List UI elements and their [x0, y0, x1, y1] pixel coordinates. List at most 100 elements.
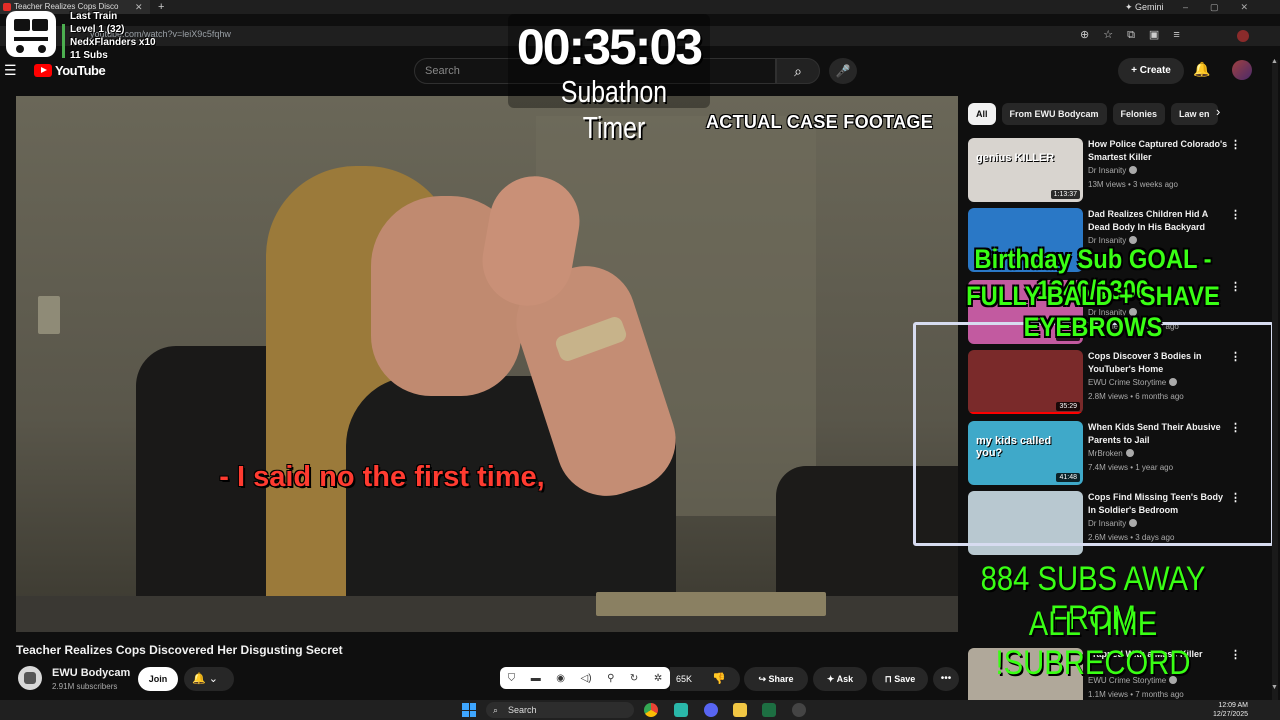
browser-tab-bar: Teacher Realizes Cops Disco ✕ + ✦ Gemini… [0, 0, 1280, 14]
menu-icon[interactable]: ☰ [4, 62, 17, 79]
tab-close-icon[interactable]: ✕ [135, 0, 143, 14]
more-options-icon[interactable]: ⋮ [1230, 138, 1241, 151]
create-button[interactable]: + Create [1118, 58, 1184, 84]
recommendation-thumbnail[interactable]: genius KILLER 1:13:37 [968, 138, 1083, 202]
refresh-icon[interactable]: ↻ [630, 673, 638, 684]
train-level: Level 1 (32) [70, 24, 125, 35]
camera-icon[interactable]: ◉ [556, 673, 565, 684]
search-button[interactable]: ⌕ [776, 58, 820, 84]
chip-all[interactable]: All [968, 103, 996, 125]
gemini-label: Gemini [1135, 2, 1164, 12]
clock-date: 12/27/2025 [1212, 711, 1248, 718]
settings-icon[interactable] [792, 703, 806, 717]
train-sub-count: 11 Subs [70, 50, 108, 61]
channel-name: Dr Insanity [1088, 166, 1127, 175]
more-options-icon[interactable]: ⋮ [1230, 208, 1241, 221]
recommendation-meta: 1.1M views • 7 months ago [1088, 690, 1184, 699]
scroll-up-icon[interactable]: ▲ [1271, 58, 1278, 65]
recommendation-channel[interactable]: Dr Insanity [1088, 166, 1138, 175]
discord-icon[interactable] [704, 703, 718, 717]
train-icon [6, 11, 56, 57]
train-progress-bar [62, 24, 65, 58]
taskbar-search-label: Search [508, 705, 537, 715]
sub-goal-reward: FULLY BALD + SHAVE EYEBROWS [966, 281, 1220, 342]
new-tab-icon[interactable]: + [158, 0, 164, 14]
notifications-bell-icon[interactable]: 🔔 [1193, 61, 1210, 78]
create-label: Create [1139, 65, 1171, 76]
screen: Teacher Realizes Cops Disco ✕ + ✦ Gemini… [0, 0, 1280, 720]
share-label: Share [768, 674, 794, 684]
scroll-down-icon[interactable]: ▼ [1271, 684, 1278, 691]
youtube-favicon-icon [3, 3, 11, 11]
bookmark-icon: ⊓ [884, 674, 892, 684]
join-button[interactable]: Join [138, 667, 178, 691]
screen-capture-toolbar[interactable]: ⛉ ▬ ◉ ◁) ⚲ ↻ ✲ [500, 667, 670, 689]
window-controls[interactable]: –▢✕ [1183, 0, 1270, 14]
settings-icon[interactable]: ✲ [654, 673, 662, 684]
excel-icon[interactable] [762, 703, 776, 717]
channel-avatar[interactable] [18, 666, 42, 690]
chip-felonies[interactable]: Felonies [1112, 103, 1166, 125]
save-button[interactable]: ⊓ Save [872, 667, 928, 691]
subathon-timer-label: Subathon Timer [560, 74, 668, 145]
shield-icon[interactable]: ⛉ [508, 673, 516, 684]
recommendation-item[interactable]: genius KILLER 1:13:37 How Police Captured … [968, 138, 1268, 204]
subathon-timer: 00:35:03 [516, 19, 703, 75]
share-button[interactable]: ↪ Share [744, 667, 808, 691]
account-avatar[interactable] [1232, 60, 1252, 80]
dislike-icon[interactable]: 👎 [712, 667, 726, 691]
video-subtitle: - I said no the first time, [219, 461, 545, 493]
chrome-icon[interactable] [644, 703, 658, 717]
os-taskbar: ⌕ Search 12:09 AM 12/27/2025 [0, 700, 1280, 720]
recommendation-title[interactable]: How Police Captured Colorado's Smartest … [1088, 138, 1228, 164]
save-label: Save [894, 674, 916, 684]
windows-start-icon[interactable] [462, 703, 476, 717]
filter-chips: All From EWU Bodycam Felonies Law en [968, 103, 1218, 125]
like-count: 65K [676, 674, 693, 684]
page-scrollbar[interactable] [1272, 60, 1278, 700]
chevron-right-icon[interactable]: › [1216, 104, 1220, 119]
app-icon[interactable] [674, 703, 688, 717]
share-icon: ↪ [758, 674, 766, 684]
video-frame-binder [596, 592, 826, 616]
recommendation-meta: 13M views • 3 weeks ago [1088, 180, 1178, 189]
system-clock[interactable]: 12:09 AM 12/27/2025 [1200, 701, 1248, 719]
pin-icon[interactable]: ⚲ [607, 673, 614, 684]
sub-record-text: ALL TIME !SUBRECORD [995, 605, 1191, 682]
clapper-icon[interactable]: ▬ [531, 673, 541, 684]
ask-button[interactable]: ✦ Ask [813, 667, 867, 691]
verified-icon [1129, 166, 1138, 174]
speaker-icon[interactable]: ◁) [581, 673, 592, 684]
youtube-logo[interactable]: YouTube [34, 63, 106, 78]
video-frame-outlet [38, 296, 60, 334]
youtube-play-icon [34, 64, 52, 77]
chip-from-channel[interactable]: From EWU Bodycam [1001, 103, 1107, 125]
taskbar-search[interactable]: ⌕ Search [486, 702, 634, 718]
video-player[interactable]: ACTUAL CASE FOOTAGE - I said no the firs… [16, 96, 958, 632]
chip-law-enforcement[interactable]: Law en [1171, 103, 1218, 125]
chevron-down-icon: ⌄ [208, 673, 218, 685]
search-icon: ⌕ [794, 63, 802, 79]
recommendation-title[interactable]: Dad Realizes Children Hid A Dead Body In… [1088, 208, 1228, 234]
train-label: Last Train [70, 11, 118, 22]
channel-name[interactable]: EWU Bodycam [52, 667, 130, 679]
train-top-contributor: NedxFlanders x10 [70, 37, 156, 48]
webcam-frame [913, 322, 1274, 546]
browser-toolbar-icons[interactable]: ⊕☆⧉▣≡ [1080, 28, 1194, 42]
clock-time: 12:09 AM [1218, 702, 1248, 709]
footage-label: ACTUAL CASE FOOTAGE [706, 112, 934, 132]
gemini-button[interactable]: ✦ Gemini [1125, 0, 1164, 14]
subscription-bell-button[interactable]: 🔔 ⌄ [184, 667, 234, 691]
folder-icon[interactable] [733, 703, 747, 717]
duration-badge: 1:13:37 [1050, 190, 1080, 199]
voice-search-button[interactable]: 🎤 [829, 58, 857, 84]
tab-title: Teacher Realizes Cops Disco [14, 2, 119, 11]
microphone-icon: 🎤 [835, 64, 851, 78]
browser-profile-icon[interactable] [1237, 30, 1249, 42]
channel-subscribers: 2.91M subscribers [52, 682, 118, 691]
like-button[interactable]: 65K 👎 [670, 667, 740, 691]
thumbnail-text: genius KILLER [976, 152, 1055, 164]
search-icon: ⌕ [493, 705, 499, 715]
youtube-wordmark: YouTube [55, 63, 106, 78]
sparkle-icon: ✦ [826, 674, 835, 684]
